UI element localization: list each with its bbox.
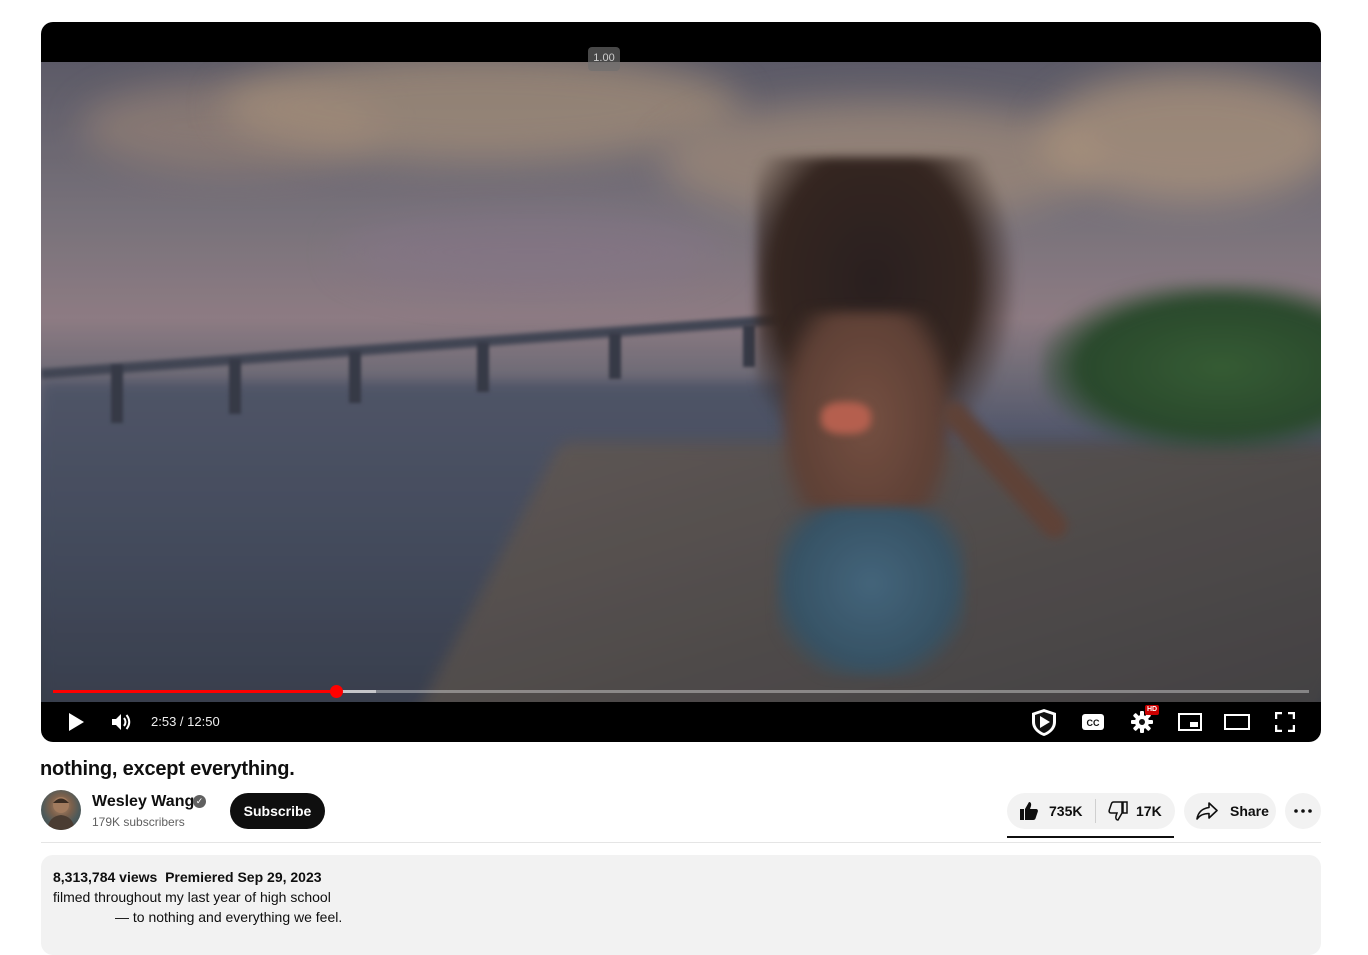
- like-button[interactable]: 735K: [1007, 793, 1095, 829]
- description-box[interactable]: 8,313,784 views Premiered Sep 29, 2023 f…: [41, 855, 1321, 955]
- more-horizontal-icon: [1294, 809, 1312, 813]
- verified-check-icon: ✓: [193, 795, 206, 808]
- video-title: nothing, except everything.: [40, 758, 295, 780]
- player-controls: 2:53 / 12:50 CC HD: [41, 702, 1321, 742]
- progress-played: [53, 690, 336, 693]
- fullscreen-button[interactable]: [1271, 702, 1299, 742]
- description-line-2: — to nothing and everything we feel.: [115, 909, 343, 925]
- captions-button[interactable]: CC: [1079, 702, 1107, 742]
- sponsorblock-button[interactable]: [1027, 702, 1061, 742]
- video-player[interactable]: 1.00 2:53 / 12:50 CC HD: [41, 22, 1321, 742]
- like-count: 735K: [1049, 803, 1083, 819]
- play-icon: [69, 713, 84, 731]
- settings-button[interactable]: HD: [1127, 702, 1160, 742]
- share-label: Share: [1230, 803, 1269, 819]
- section-divider: [41, 842, 1321, 843]
- share-button[interactable]: Share: [1184, 793, 1276, 829]
- more-actions-button[interactable]: [1285, 793, 1321, 829]
- thumbs-down-icon: [1108, 801, 1128, 821]
- video-frame[interactable]: [41, 62, 1321, 702]
- fullscreen-icon: [1275, 712, 1295, 732]
- description-line-1: filmed throughout my last year of high s…: [53, 889, 331, 905]
- view-count-and-date: 8,313,784 views Premiered Sep 29, 2023: [53, 869, 322, 885]
- avatar-image: [47, 797, 75, 830]
- share-icon: [1196, 802, 1218, 820]
- subscribe-button[interactable]: Subscribe: [230, 793, 325, 829]
- thumbs-up-icon: [1020, 802, 1038, 820]
- subscriber-count: 179K subscribers: [92, 815, 185, 829]
- dislike-button[interactable]: 17K: [1096, 793, 1175, 829]
- dislike-count: 17K: [1136, 803, 1162, 819]
- cc-icon: CC: [1082, 714, 1104, 730]
- play-button[interactable]: [61, 702, 91, 742]
- volume-icon: [112, 714, 131, 730]
- like-dislike-group: 735K 17K: [1007, 793, 1175, 829]
- like-ratio-bar: [1007, 836, 1174, 838]
- progress-scrubber-handle[interactable]: [329, 685, 343, 698]
- miniplayer-button[interactable]: [1175, 702, 1205, 742]
- theater-mode-button[interactable]: [1222, 702, 1252, 742]
- hd-badge: HD: [1145, 705, 1160, 715]
- mute-button[interactable]: [107, 702, 137, 742]
- time-display: 2:53 / 12:50: [151, 714, 220, 729]
- playback-speed-tooltip: 1.00: [588, 47, 620, 71]
- channel-avatar[interactable]: [41, 790, 81, 830]
- progress-bar[interactable]: [53, 685, 1309, 698]
- theater-mode-icon: [1224, 714, 1250, 730]
- miniplayer-icon: [1178, 713, 1202, 731]
- svg-text:CC: CC: [1087, 718, 1100, 728]
- shield-play-icon: [1032, 709, 1056, 736]
- channel-name[interactable]: Wesley Wang: [92, 792, 194, 812]
